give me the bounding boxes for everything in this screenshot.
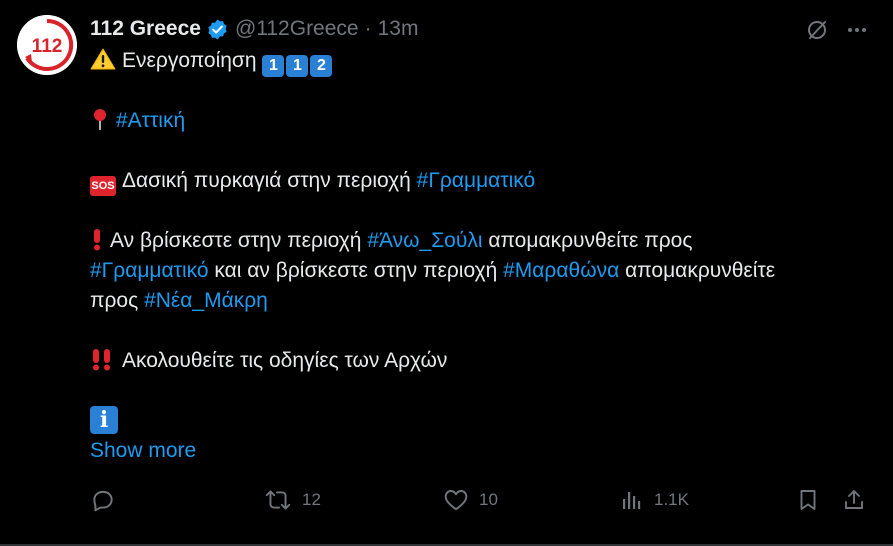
hashtag-link[interactable]: #Μαραθώνα [503,259,619,282]
author-handle[interactable]: @112Greece [235,17,359,41]
information-icon: i [90,406,118,434]
tweet-text: Ενεργοποίηση 112 #Αττική SOS Δασική πυρκα… [90,46,870,466]
activation-text: Ενεργοποίηση [122,49,257,72]
heart-icon [444,490,468,511]
tweet-top-actions [805,18,869,42]
like-count: 10 [479,490,498,509]
retweet-icon [265,490,291,510]
bookmark-button[interactable] [796,485,820,515]
round-pushpin-icon [90,107,110,140]
retweet-count: 12 [302,490,321,509]
bookmark-icon [800,490,816,510]
reply-icon [93,490,113,512]
text-line-activation: Ενεργοποίηση 112 [90,46,870,77]
instruction-text: απομακρυνθείτε προς [482,229,693,252]
text-line-info: i [90,406,870,436]
keycap-digit-icon: 1 [262,55,285,77]
views-chart-icon [623,492,641,509]
timestamp[interactable]: 13m [378,17,419,41]
text-line-authorities: Ακολουθείτε τις οδηγίες των Αρχών [90,346,870,376]
double-exclamation-icon [90,347,116,380]
share-icon [845,490,863,509]
separator-dot: · [364,17,372,40]
reply-button[interactable] [90,485,126,515]
authorities-text: Ακολουθείτε τις οδηγίες των Αρχών [122,349,448,372]
hashtag-link[interactable]: #Γραμματικό [417,169,536,192]
tweet-card[interactable]: 112 112 Greece @112Greece · 13m Ενεργοπο… [0,0,893,546]
112-logo-icon: 112 [17,15,77,75]
hashtag-link[interactable]: #Άνω_Σούλι [367,229,482,252]
instruction-text: προς [90,289,145,312]
views-count: 1.1K [654,490,689,509]
retweet-button[interactable]: 12 [264,485,321,515]
text-line-fire: SOS Δασική πυρκαγιά στην περιοχή #Γραμματ… [90,166,870,196]
views-button[interactable]: 1.1K [620,485,689,515]
tweet-action-bar: 12 10 1.1K [90,485,870,515]
text-line-region: #Αττική [90,106,870,136]
display-name[interactable]: 112 Greece [90,17,201,41]
hashtag-link[interactable]: #Νέα_Μάκρη [144,289,268,312]
tweet-header: 112 Greece @112Greece · 13m [90,14,418,44]
avatar[interactable]: 112 [17,15,77,75]
verified-badge-icon[interactable] [206,18,229,41]
more-options-icon[interactable] [845,18,869,42]
hashtag-link[interactable]: #Γραμματικό [90,259,209,282]
hashtag-link[interactable]: #Αττική [116,109,185,132]
instruction-text: και αν βρίσκεστε στην περιοχή [208,259,504,282]
text-line-instruction-3: προς #Νέα_Μάκρη [90,286,870,316]
share-button[interactable] [842,485,866,515]
keycap-digit-icon: 1 [286,55,309,77]
like-button[interactable]: 10 [443,485,498,515]
keycap-digit-icon: 2 [310,55,333,77]
show-more-link[interactable]: Show more [90,439,196,462]
warning-icon [90,47,116,80]
fire-text: Δασική πυρκαγιά στην περιοχή [122,169,417,192]
svg-text:112: 112 [32,36,63,57]
grok-icon[interactable] [805,18,829,42]
text-line-instruction-2: #Γραμματικό και αν βρίσκεστε στην περιοχ… [90,256,870,286]
sos-icon: SOS [90,176,116,196]
instruction-text: Αν βρίσκεστε στην περιοχή [110,229,368,252]
instruction-text: απομακρυνθείτε [619,259,776,282]
text-line-show-more: Show more [90,436,870,466]
text-line-instruction-1: Αν βρίσκεστε στην περιοχή #Άνω_Σούλι απο… [90,226,870,256]
